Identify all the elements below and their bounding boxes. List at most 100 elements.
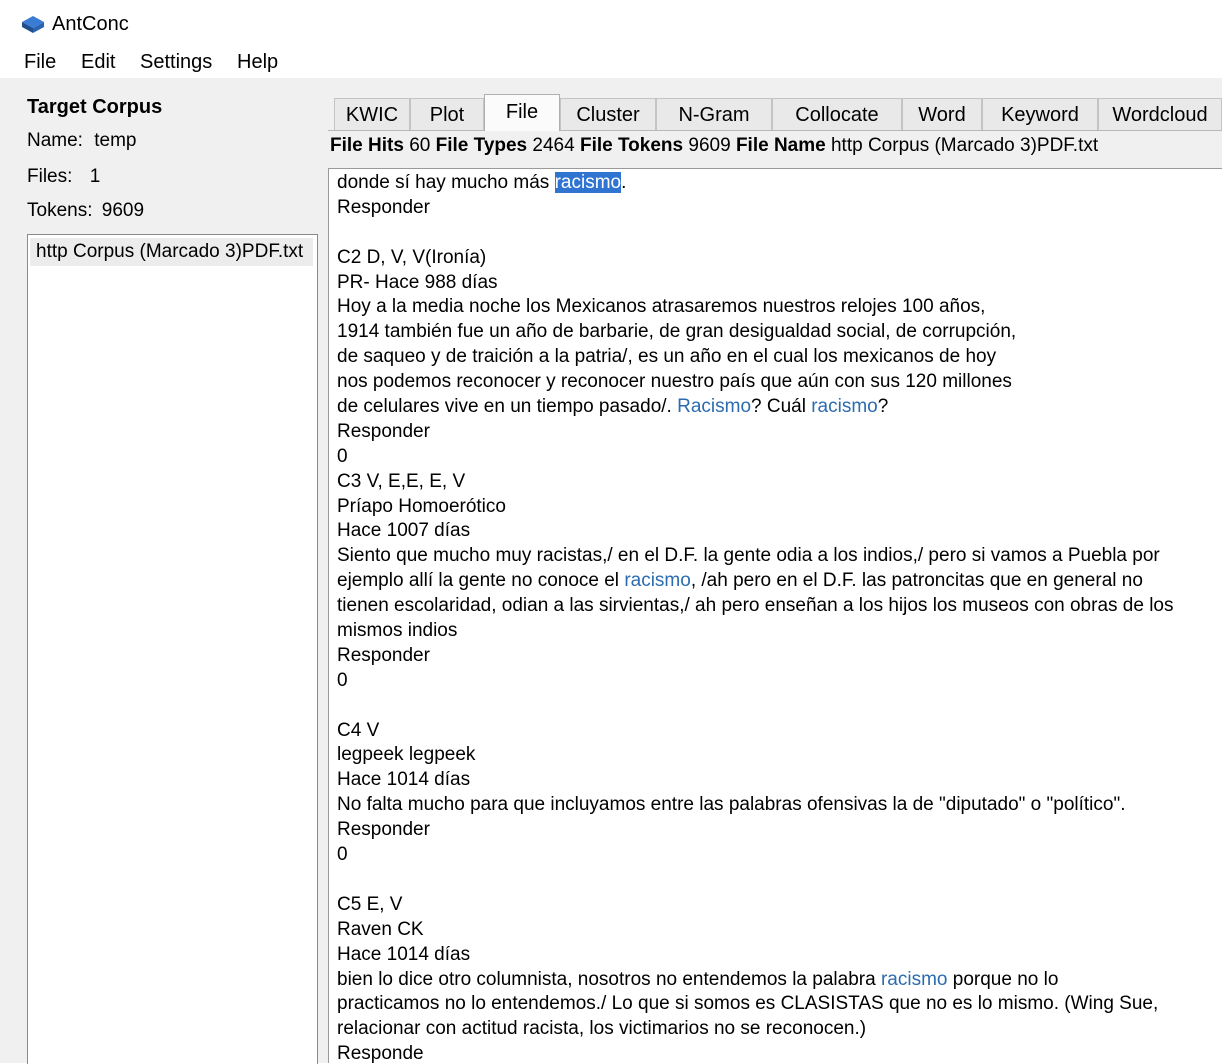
text-segment: de saqueo y de traición a la patria/, es… (337, 346, 997, 368)
text-segment: PR- Hace 988 días (337, 271, 498, 293)
tab-n-gram[interactable]: N-Gram (656, 98, 772, 130)
text-line: 0 (337, 843, 1217, 868)
tab-file[interactable]: File (484, 94, 560, 131)
text-line: legpeek legpeek (337, 743, 1217, 768)
file-list-item[interactable]: http Corpus (Marcado 3)PDF.txt (30, 238, 313, 266)
corpus-tokens-value: 9609 (101, 200, 145, 221)
text-line: practicamos no lo entendemos./ Lo que si… (337, 992, 1217, 1017)
text-line: Responder (337, 644, 1217, 669)
text-line: Responder (337, 420, 1217, 445)
tab-plot[interactable]: Plot (410, 98, 484, 130)
corpus-name-label: Name: (27, 130, 83, 151)
text-line: 0 (337, 669, 1217, 694)
file-types-label: File Types (435, 135, 528, 156)
text-segment: nos podemos reconocer y reconocer nuestr… (337, 371, 1012, 393)
text-line: nos podemos reconocer y reconocer nuestr… (337, 370, 1217, 395)
file-tokens-value: 9609 (688, 135, 731, 156)
tab-cluster[interactable]: Cluster (560, 98, 656, 130)
main-panel: KWIC Plot File Cluster N-Gram Collocate … (328, 78, 1222, 1063)
text-segment: C2 D, V, V(Ironía) (337, 246, 487, 268)
text-line: C3 V, E,E, E, V (337, 470, 1217, 495)
text-line: Hace 1014 días (337, 943, 1217, 968)
text-segment: bien lo dice otro columnista, nosotros n… (337, 968, 881, 990)
search-hit[interactable]: Racismo (677, 396, 751, 417)
corpus-files-label: Files: (27, 166, 73, 187)
tab-word[interactable]: Word (902, 98, 982, 130)
text-segment: Hace 1014 días (337, 769, 471, 791)
menu-bar: File Edit Settings Help (0, 46, 1222, 78)
file-text-lines: donde sí hay mucho más racismo. Responder… (337, 171, 1217, 1063)
text-segment: Príapo Homoerótico (337, 495, 506, 517)
target-corpus-panel: Target Corpus Name: temp Files: 1 Tokens… (0, 78, 322, 1064)
text-segment: 0 (337, 669, 348, 691)
text-segment: practicamos no lo entendemos./ Lo que si… (337, 993, 1159, 1015)
file-text-view[interactable]: donde sí hay mucho más racismo. Responder… (328, 168, 1222, 1063)
text-line: mismos indios (337, 619, 1217, 644)
text-line: C4 V (337, 719, 1217, 744)
app-title: AntConc (52, 13, 129, 35)
antconc-app-icon (20, 14, 46, 34)
corpus-file-list[interactable]: http Corpus (Marcado 3)PDF.txt (27, 234, 318, 1064)
corpus-name-row: Name: temp (27, 128, 137, 154)
menu-help[interactable]: Help (235, 48, 280, 76)
text-segment: ? Cuál (751, 396, 812, 418)
corpus-name-value: temp (94, 130, 137, 151)
text-segment: donde sí hay mucho más (337, 172, 555, 193)
text-line: Responde (337, 1042, 1217, 1063)
text-line (337, 694, 1217, 719)
text-line: ejemplo allí la gente no conoce el racis… (337, 569, 1217, 594)
text-line (337, 221, 1217, 246)
text-segment: No falta mucho para que incluyamos entre… (337, 794, 1126, 816)
corpus-files-value: 1 (89, 166, 101, 187)
text-line: Hoy a la media noche los Mexicanos atras… (337, 295, 1217, 320)
text-segment: mismos indios (337, 620, 458, 642)
text-line: de saqueo y de traición a la patria/, es… (337, 345, 1217, 370)
text-segment: Responde (337, 1043, 424, 1063)
text-segment: porque no lo (947, 968, 1059, 990)
text-line: 1914 también fue un año de barbarie, de … (337, 320, 1217, 345)
corpus-tokens-label: Tokens: (27, 200, 93, 221)
text-segment: Hace 1014 días (337, 943, 471, 965)
text-line: de celulares vive en un tiempo pasado/. … (337, 395, 1217, 420)
text-line (337, 868, 1217, 893)
text-segment: Raven CK (337, 918, 424, 940)
file-name-label: File Name (735, 135, 826, 156)
text-segment: Responder (337, 819, 430, 841)
search-hit[interactable]: racismo (881, 969, 948, 990)
text-line: bien lo dice otro columnista, nosotros n… (337, 968, 1217, 993)
text-line: C5 E, V (337, 893, 1217, 918)
corpus-files-row: Files: 1 (27, 164, 100, 190)
file-hits-value: 60 (409, 135, 431, 156)
text-line: PR- Hace 988 días (337, 271, 1217, 296)
text-segment: C3 V, E,E, E, V (337, 470, 466, 492)
menu-file[interactable]: File (22, 48, 58, 76)
selected-search-hit[interactable]: racismo (554, 172, 622, 193)
text-line: Responder (337, 196, 1217, 221)
menu-edit[interactable]: Edit (79, 48, 117, 76)
tab-wordcloud[interactable]: Wordcloud (1098, 98, 1222, 130)
text-segment: C4 V (337, 719, 380, 741)
text-segment: legpeek legpeek (337, 744, 476, 766)
tab-collocate[interactable]: Collocate (772, 98, 902, 130)
file-types-value: 2464 (532, 135, 575, 156)
text-segment: Responder (337, 644, 430, 666)
search-hit[interactable]: racismo (624, 570, 691, 591)
target-corpus-heading: Target Corpus (27, 96, 163, 118)
menu-settings[interactable]: Settings (138, 48, 214, 76)
text-line: C2 D, V, V(Ironía) (337, 246, 1217, 271)
tab-kwic[interactable]: KWIC (334, 98, 410, 130)
search-hit[interactable]: racismo (811, 396, 878, 417)
text-segment: Hace 1007 días (337, 520, 471, 542)
text-segment: Hoy a la media noche los Mexicanos atras… (337, 296, 986, 318)
text-segment: 1914 también fue un año de barbarie, de … (337, 321, 1017, 343)
text-line: No falta mucho para que incluyamos entre… (337, 793, 1217, 818)
text-segment: ejemplo allí la gente no conoce el (337, 570, 625, 592)
tab-keyword[interactable]: Keyword (982, 98, 1098, 130)
text-segment: ? (877, 396, 889, 418)
file-tokens-label: File Tokens (579, 135, 684, 156)
file-hits-label: File Hits (330, 135, 404, 156)
text-segment: . (621, 172, 627, 193)
corpus-tokens-row: Tokens: 9609 (27, 198, 144, 224)
text-line: tienen escolaridad, odian a las sirvient… (337, 594, 1217, 619)
text-segment: tienen escolaridad, odian a las sirvient… (337, 595, 1174, 617)
